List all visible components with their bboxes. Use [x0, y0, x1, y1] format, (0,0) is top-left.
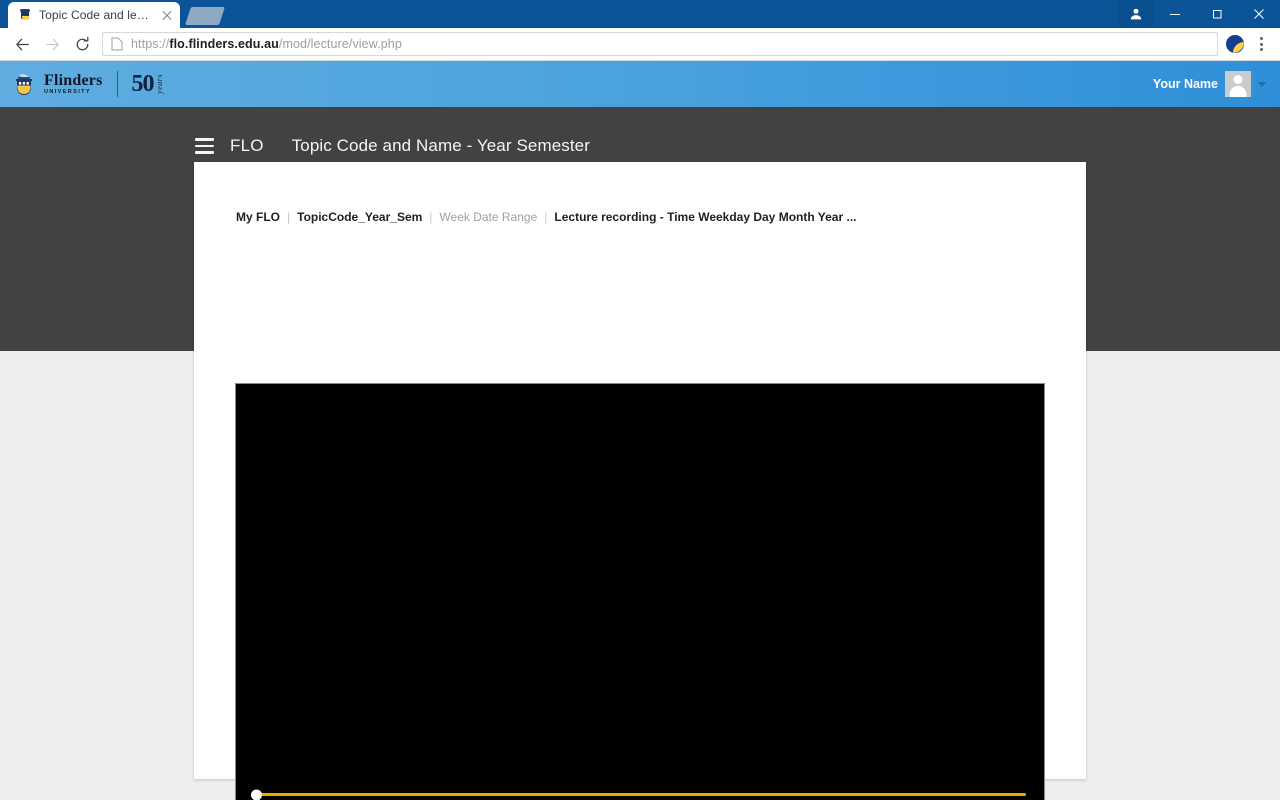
breadcrumb-separator: | — [287, 210, 291, 224]
new-tab-button[interactable] — [185, 7, 225, 25]
address-bar[interactable]: https://flo.flinders.edu.au/mod/lecture/… — [102, 32, 1218, 56]
breadcrumb-item-topic[interactable]: TopicCode_Year_Sem — [297, 210, 422, 224]
tab-strip: Topic Code and lecture — [0, 0, 1280, 28]
close-icon[interactable] — [160, 8, 174, 22]
hamburger-menu-icon[interactable] — [195, 138, 214, 154]
page-area: FLO Topic Code and Name - Year Semester … — [0, 107, 1280, 800]
breadcrumb-separator: | — [429, 210, 433, 224]
seek-handle[interactable] — [251, 789, 262, 800]
minimize-icon[interactable] — [1154, 0, 1196, 28]
profile-icon[interactable] — [1118, 0, 1154, 28]
logo-name: Flinders — [44, 71, 103, 89]
flinders-wordmark: Flinders UNIVERSITY — [44, 71, 103, 96]
logo-divider — [116, 71, 118, 97]
kebab-menu-icon[interactable] — [1250, 30, 1272, 58]
url-text: https://flo.flinders.edu.au/mod/lecture/… — [131, 37, 402, 51]
breadcrumb-item-my-flo[interactable]: My FLO — [236, 210, 280, 224]
browser-chrome: Topic Code and lecture https://flo.flind… — [0, 0, 1280, 61]
breadcrumb-item-week[interactable]: Week Date Range — [439, 210, 537, 224]
chevron-down-icon[interactable] — [1258, 81, 1266, 87]
forward-arrow-icon — [38, 30, 66, 58]
flo-brand[interactable]: FLO — [230, 136, 264, 156]
page-document-icon — [111, 37, 123, 51]
university-header: Flinders UNIVERSITY 50 years Your Name — [0, 61, 1280, 107]
flinders-crest-favicon — [18, 8, 32, 22]
video-player[interactable]: x 1 — [235, 383, 1045, 800]
window-controls — [1118, 0, 1280, 28]
anniversary-word: years — [154, 74, 164, 94]
flinders-logo[interactable]: Flinders UNIVERSITY 50 years — [14, 71, 164, 97]
browser-toolbar: https://flo.flinders.edu.au/mod/lecture/… — [0, 28, 1280, 61]
anniversary-mark: 50 years — [132, 72, 164, 96]
maximize-icon[interactable] — [1196, 0, 1238, 28]
extension-icon[interactable] — [1226, 35, 1244, 53]
window-close-icon[interactable] — [1238, 0, 1280, 28]
breadcrumb: My FLO | TopicCode_Year_Sem | Week Date … — [194, 162, 1086, 224]
user-avatar[interactable] — [1225, 71, 1251, 97]
logo-subtitle: UNIVERSITY — [44, 88, 92, 95]
content-card: My FLO | TopicCode_Year_Sem | Week Date … — [194, 162, 1086, 800]
page-title: Topic Code and Name - Year Semester — [291, 136, 590, 155]
user-menu[interactable]: Your Name — [1153, 71, 1266, 97]
tab-title: Topic Code and lecture — [39, 8, 153, 22]
breadcrumb-separator: | — [544, 210, 548, 224]
flinders-crest-icon — [14, 73, 34, 95]
player-controls: x 1 — [236, 782, 1044, 800]
seek-bar[interactable] — [251, 789, 1026, 800]
browser-tab[interactable]: Topic Code and lecture — [8, 2, 180, 28]
anniversary-number: 50 — [131, 71, 155, 97]
back-arrow-icon[interactable] — [8, 30, 36, 58]
breadcrumb-item-lecture: Lecture recording - Time Weekday Day Mon… — [554, 210, 857, 224]
user-name: Your Name — [1152, 77, 1218, 91]
video-stage[interactable]: x 1 — [236, 384, 1044, 800]
reload-icon[interactable] — [68, 30, 96, 58]
